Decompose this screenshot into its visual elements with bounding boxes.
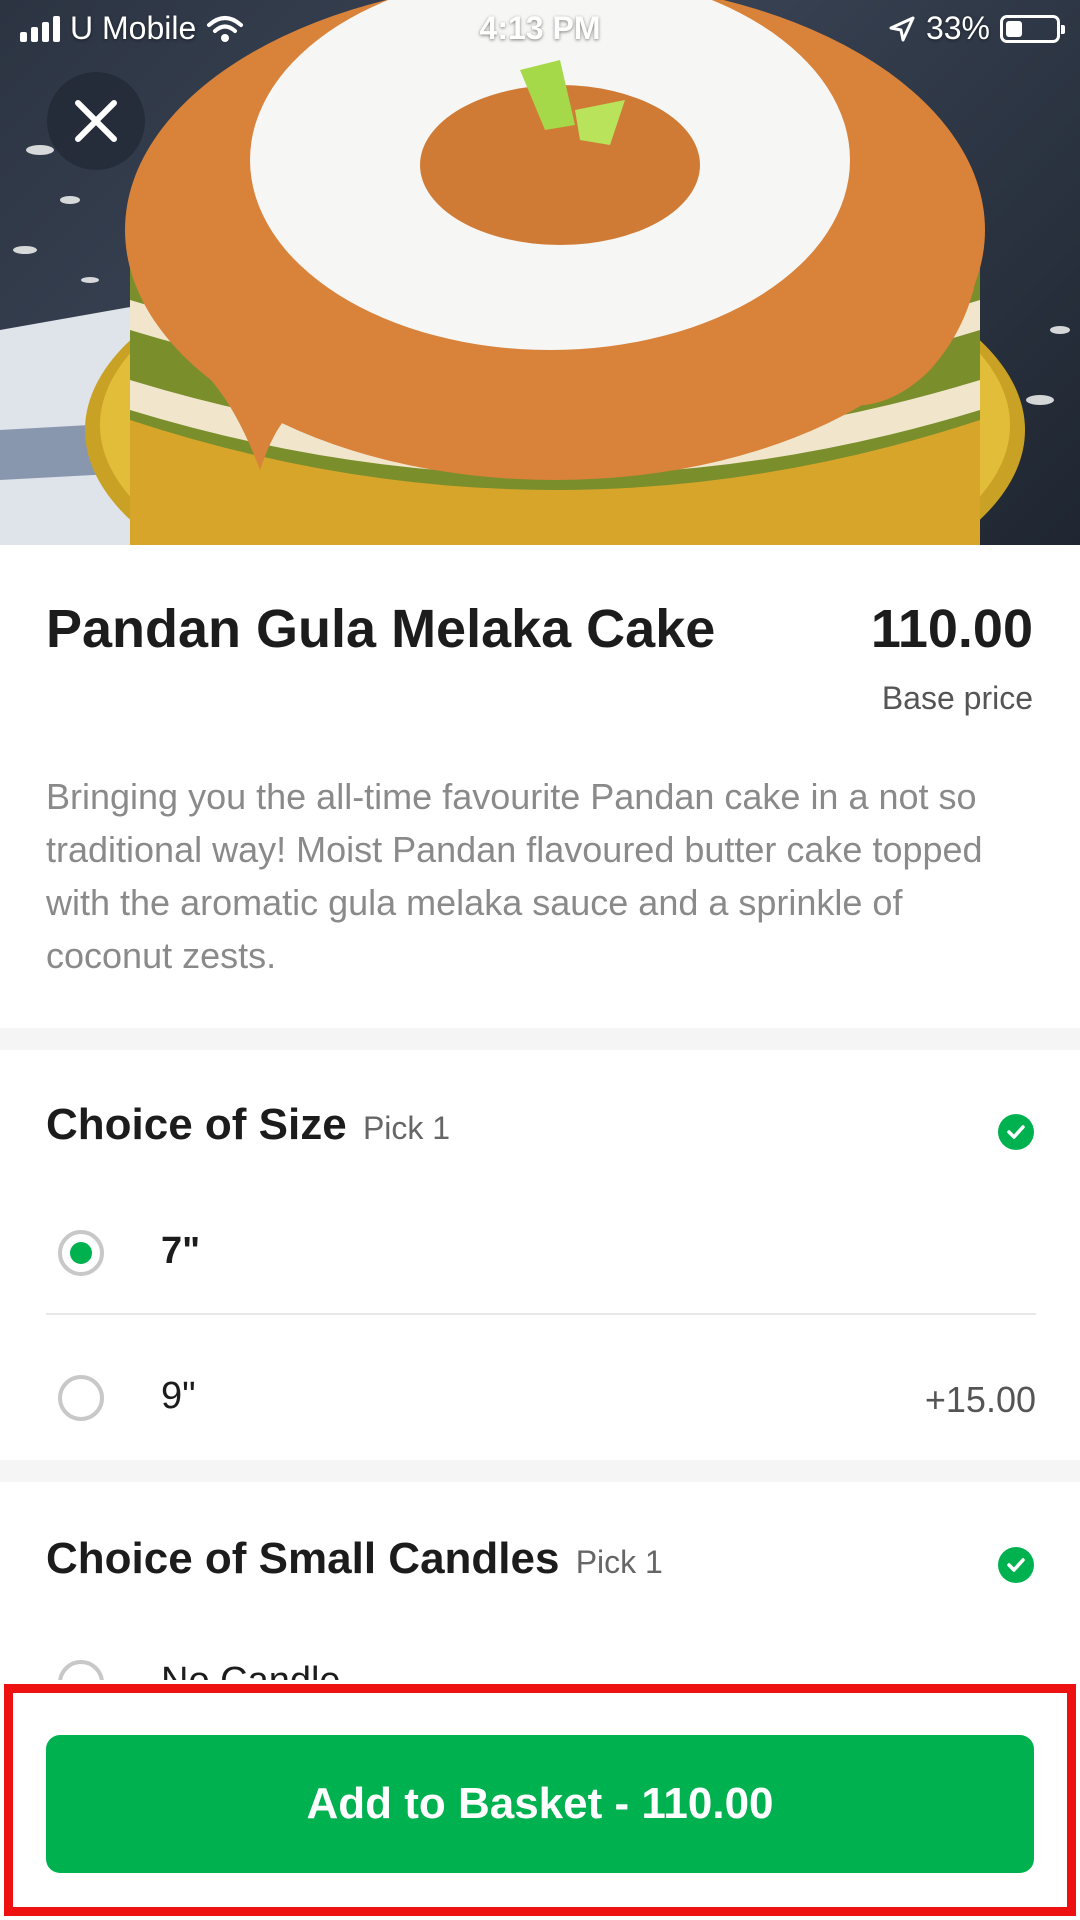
size-section-pick: Pick 1 — [362, 1110, 451, 1146]
check-icon — [998, 1114, 1034, 1150]
close-button[interactable] — [47, 72, 145, 170]
candles-section-title-text: Choice of Small Candles — [46, 1534, 560, 1583]
size-section-title-text: Choice of Size — [46, 1100, 347, 1149]
radio-button[interactable] — [58, 1375, 104, 1421]
section-divider — [0, 1460, 1080, 1482]
add-to-basket-button[interactable]: Add to Basket - 110.00 — [46, 1735, 1034, 1873]
candles-section-pick: Pick 1 — [575, 1544, 663, 1580]
option-label: 9" — [161, 1375, 196, 1417]
cake-illustration — [0, 0, 1070, 545]
location-arrow-icon — [889, 16, 915, 41]
close-icon — [75, 100, 117, 142]
size-option-9[interactable]: 9" +15.00 — [46, 1345, 1036, 1455]
option-extra-price: +15.00 — [924, 1379, 1036, 1420]
price-caption: Base price — [881, 680, 1033, 716]
battery-icon — [1000, 14, 1065, 43]
radio-button-selected[interactable] — [58, 1230, 104, 1276]
status-bar: U Mobile 4:13 PM 33% — [0, 0, 1080, 60]
candles-section-title: Choice of Small Candles Pick 1 — [46, 1534, 663, 1584]
option-label: 7" — [161, 1230, 201, 1272]
check-icon — [998, 1547, 1034, 1583]
battery-percent: 33% — [925, 10, 990, 46]
product-price: 110.00 — [870, 599, 1033, 659]
section-divider — [0, 1028, 1080, 1050]
status-right: 33% — [888, 10, 1065, 47]
product-description: Bringing you the all-time favourite Pand… — [46, 776, 983, 976]
row-separator — [46, 1313, 1036, 1315]
product-title: Pandan Gula Melaka Cake — [46, 599, 716, 659]
size-option-7[interactable]: 7" — [46, 1200, 1036, 1310]
size-section-title: Choice of Size Pick 1 — [46, 1100, 450, 1150]
product-hero-image — [0, 0, 1080, 545]
